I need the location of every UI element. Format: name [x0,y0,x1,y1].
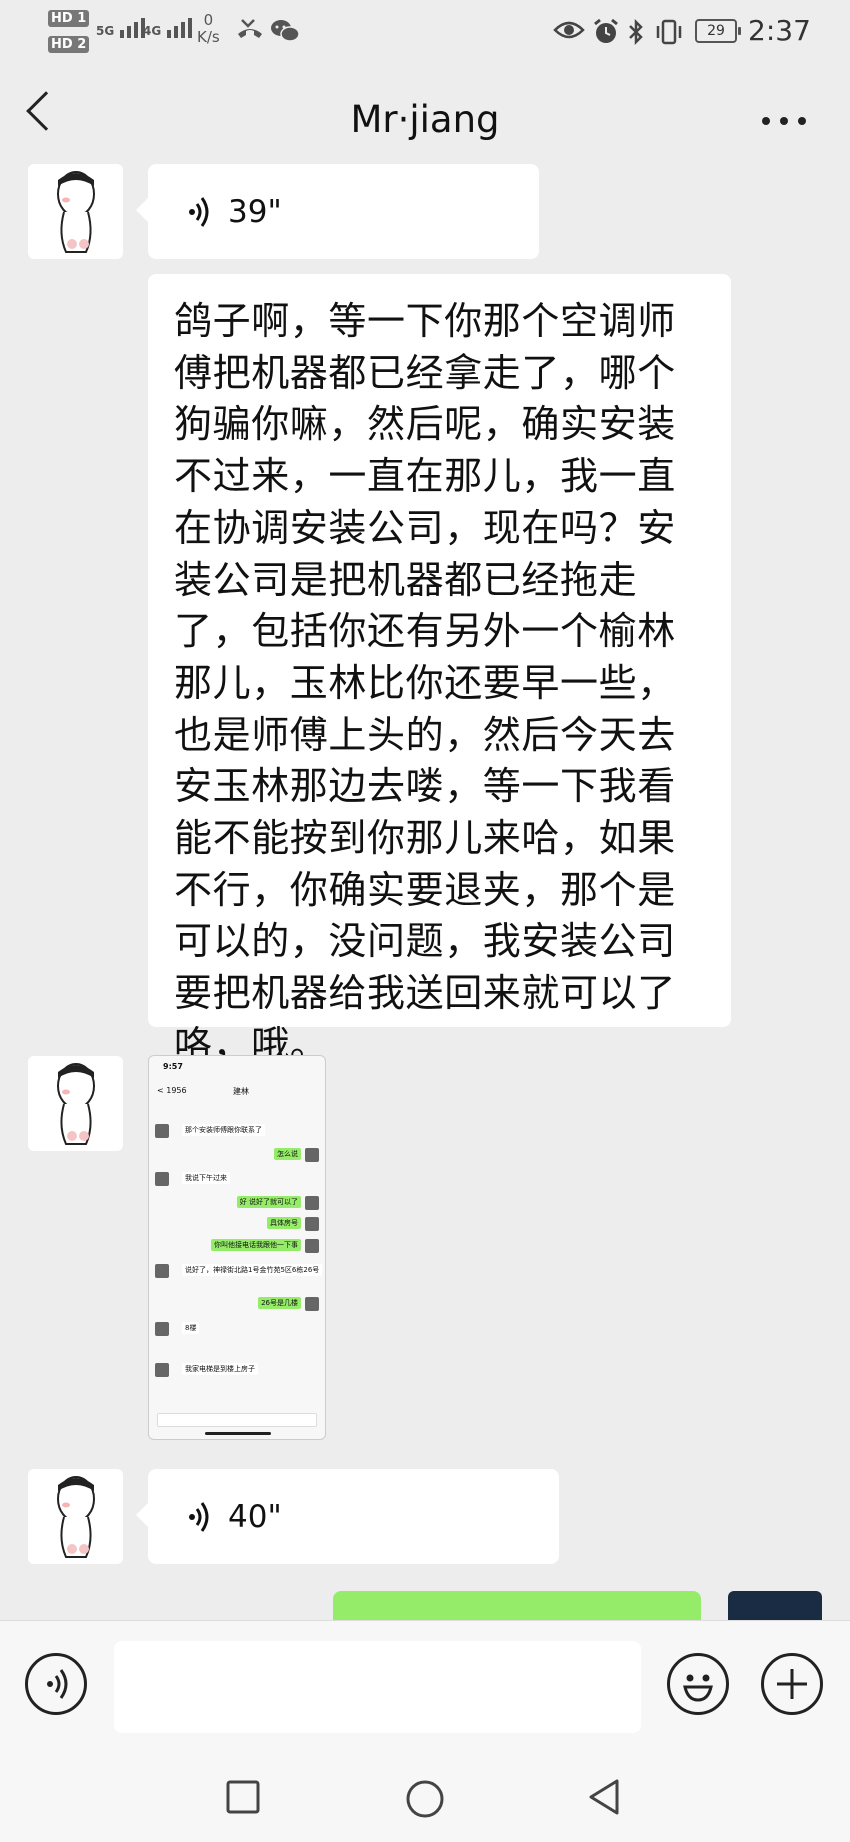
hd2-badge: HD 2 [48,36,90,53]
message-text: 鸽子啊，等一下你那个空调师傅把机器都已经拿走了，哪个狗骗你嘛，然后呢，确实安装不… [174,299,676,1067]
input-bar [0,1620,850,1747]
text-message-bubble[interactable]: 鸽子啊，等一下你那个空调师傅把机器都已经拿走了，哪个狗骗你嘛，然后呢，确实安装不… [148,274,731,1067]
voice-input-icon[interactable] [25,1653,87,1715]
avatar-sticker-icon [57,171,95,253]
hd1-badge: HD 1 [48,10,90,27]
battery-indicator: 29 [695,19,741,43]
chat-title: Mr·jiang [350,98,500,141]
screenshot-message-text: 你叫他接电话我跟他一下事 [211,1239,301,1251]
screenshot-row: 我说下午过来 [155,1172,319,1186]
screenshot-row: 好 说好了就可以了 [155,1196,319,1210]
screenshot-avatar [305,1196,319,1210]
alarm-icon [592,18,620,50]
emoji-icon[interactable] [667,1653,729,1715]
screenshot-input [157,1413,317,1427]
screenshot-row: 你叫他接电话我跟他一下事 [155,1239,319,1253]
screenshot-avatar [305,1297,319,1311]
screenshot-avatar [305,1148,319,1162]
voice-message-bubble[interactable]: 40" [136,1469,559,1564]
signal-4g-icon: 4G [143,16,201,38]
network-speed: 0 K/s [197,11,220,46]
avatar[interactable] [28,1469,123,1564]
screenshot-avatar [155,1322,169,1336]
screenshot-time: 9:57 [163,1062,183,1071]
sent-message-bubble[interactable] [333,1591,701,1621]
screenshot-avatar [155,1124,169,1138]
status-bar: HD 1 HD 2 5G 4G 0 K/s 29 2:37 [0,0,850,62]
screenshot-row: 具体房号 [155,1217,319,1231]
screenshot-avatar [155,1172,169,1186]
plus-icon[interactable] [761,1653,823,1715]
screenshot-header: < 1956 建林 [157,1086,249,1096]
screenshot-message-text: 我家电梯是到楼上房子 [182,1363,258,1375]
vibrate-icon [654,18,684,50]
screenshot-avatar [155,1264,169,1278]
system-nav-bar [0,1747,850,1842]
voice-wave-icon [189,1501,209,1532]
eye-comfort-icon [553,18,585,46]
message-input[interactable] [114,1641,641,1733]
wechat-icon [270,18,300,48]
screenshot-row: 怎么说 [155,1148,319,1162]
screenshot-message-text: 具体房号 [267,1217,301,1229]
image-message[interactable]: 9:57 < 1956 建林 那个安装师傅跟你联系了 怎么说我说下午过来好 说好了… [148,1055,326,1440]
screenshot-avatar [155,1363,169,1377]
screenshot-row: 说好了，神禄街北路1号金竹苑5区6栋26号 [155,1264,323,1278]
avatar[interactable] [28,1056,123,1151]
voice-wave-icon [189,196,209,227]
clock: 2:37 [748,14,811,47]
screenshot-avatar [305,1217,319,1231]
avatar-sticker-icon [57,1063,95,1145]
voice-duration: 39" [228,193,282,230]
chat-header: Mr·jiang [0,62,850,178]
screenshot-row: 26号是几楼 [155,1297,319,1311]
screenshot-message-text: 好 说好了就可以了 [236,1196,301,1208]
missed-call-icon [236,18,264,46]
avatar[interactable] [28,164,123,259]
bluetooth-icon [627,18,645,50]
screenshot-avatar [305,1239,319,1253]
avatar-sticker-icon [57,1476,95,1558]
more-dots-icon[interactable] [762,117,806,125]
screenshot-message-text: 那个安装师傅跟你联系了 [182,1124,265,1136]
screenshot-home-bar [205,1432,271,1435]
screenshot-row: 那个安装师傅跟你联系了 [155,1124,319,1138]
screenshot-message-text: 说好了，神禄街北路1号金竹苑5区6栋26号 [182,1264,323,1276]
screenshot-row: 我家电梯是到楼上房子 [155,1363,319,1377]
voice-duration: 40" [228,1498,282,1535]
circle-home-icon[interactable] [405,1779,445,1819]
screenshot-message-text: 8楼 [182,1322,200,1334]
screenshot-message-text: 26号是几楼 [258,1297,301,1309]
screenshot-row: 8楼 [155,1322,319,1336]
triangle-back-icon[interactable] [585,1777,625,1817]
screenshot-message-text: 怎么说 [274,1148,301,1160]
screenshot-message-text: 我说下午过来 [182,1172,230,1184]
voice-message-bubble[interactable]: 39" [136,164,539,259]
self-avatar[interactable] [728,1591,822,1621]
square-recent-icon[interactable] [225,1779,261,1815]
